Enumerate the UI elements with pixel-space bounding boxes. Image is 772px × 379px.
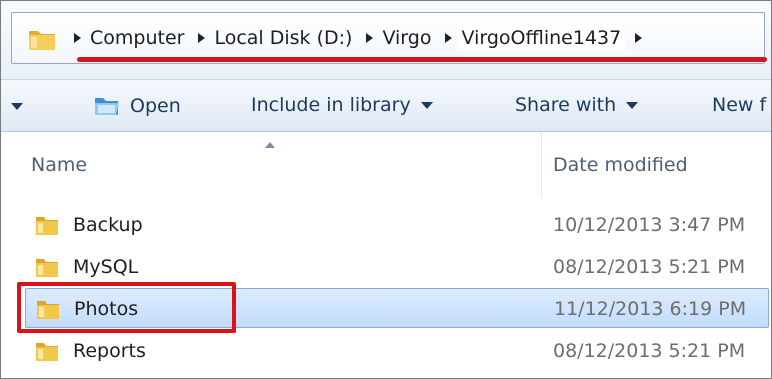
chevron-down-icon: [420, 101, 433, 109]
open-button-label: Open: [130, 95, 181, 117]
chevron-right-icon[interactable]: [366, 33, 374, 43]
folder-icon: [29, 31, 55, 50]
file-name: Reports: [73, 340, 146, 362]
explorer-window: Computer Local Disk (D:) Virgo VirgoOffl…: [0, 0, 772, 379]
file-name: Backup: [73, 214, 143, 236]
file-row-mysql[interactable]: MySQL 08/12/2013 5:21 PM: [25, 247, 769, 287]
file-row-reports[interactable]: Reports 08/12/2013 5:21 PM: [25, 331, 769, 371]
breadcrumb-local-disk[interactable]: Local Disk (D:): [214, 27, 352, 49]
open-button[interactable]: Open: [94, 94, 181, 118]
breadcrumb: Computer Local Disk (D:) Virgo VirgoOffl…: [74, 24, 651, 52]
chevron-right-icon[interactable]: [635, 33, 643, 43]
sort-ascending-icon: [265, 142, 275, 148]
chevron-down-icon: [626, 101, 639, 109]
folder-icon: [36, 259, 58, 277]
column-header: Name Date modified: [1, 132, 771, 198]
chevron-right-icon[interactable]: [445, 33, 453, 43]
address-bar-area: Computer Local Disk (D:) Virgo VirgoOffl…: [1, 1, 771, 80]
breadcrumb-virgooffline[interactable]: VirgoOffline1437: [457, 25, 626, 51]
file-date: 11/12/2013 6:19 PM: [554, 298, 747, 320]
red-underline-annotation: [77, 57, 767, 62]
chevron-down-icon[interactable]: [11, 103, 23, 110]
column-divider[interactable]: [541, 132, 542, 198]
new-folder-label: New f: [712, 94, 767, 116]
command-toolbar: Open Include in library Share with New f: [1, 80, 771, 132]
file-row-backup[interactable]: Backup 10/12/2013 3:47 PM: [25, 205, 769, 245]
file-date: 08/12/2013 5:21 PM: [553, 256, 746, 278]
open-folder-icon: [95, 98, 119, 115]
chevron-right-icon[interactable]: [74, 33, 81, 43]
file-name: MySQL: [73, 256, 139, 278]
new-folder-button[interactable]: New f: [712, 94, 766, 116]
include-in-library-button[interactable]: Include in library: [251, 94, 433, 116]
column-header-name[interactable]: Name: [31, 154, 87, 176]
share-with-button[interactable]: Share with: [515, 94, 639, 116]
breadcrumb-computer[interactable]: Computer: [90, 27, 184, 49]
folder-icon: [36, 343, 58, 361]
folder-icon: [36, 217, 58, 235]
share-with-label: Share with: [515, 94, 617, 116]
include-in-library-label: Include in library: [251, 94, 411, 116]
file-date: 10/12/2013 3:47 PM: [553, 214, 746, 236]
red-box-annotation: [17, 282, 236, 333]
column-header-date-modified[interactable]: Date modified: [553, 154, 688, 176]
breadcrumb-virgo[interactable]: Virgo: [382, 27, 431, 49]
chevron-right-icon[interactable]: [198, 33, 206, 43]
file-date: 08/12/2013 5:21 PM: [553, 340, 746, 362]
